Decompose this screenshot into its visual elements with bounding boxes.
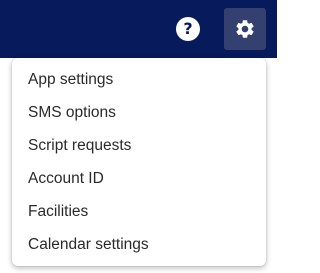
- menu-item-sms-options[interactable]: SMS options: [12, 96, 266, 129]
- gear-icon: [236, 20, 254, 38]
- top-bar: ?: [0, 0, 277, 58]
- menu-item-app-settings[interactable]: App settings: [12, 63, 266, 96]
- settings-dropdown-menu: App settings SMS options Script requests…: [12, 58, 266, 266]
- menu-item-calendar-settings[interactable]: Calendar settings: [12, 228, 266, 261]
- help-icon[interactable]: ?: [176, 17, 200, 41]
- menu-item-account-id[interactable]: Account ID: [12, 162, 266, 195]
- menu-item-script-requests[interactable]: Script requests: [12, 129, 266, 162]
- menu-item-facilities[interactable]: Facilities: [12, 195, 266, 228]
- settings-button[interactable]: [224, 8, 266, 50]
